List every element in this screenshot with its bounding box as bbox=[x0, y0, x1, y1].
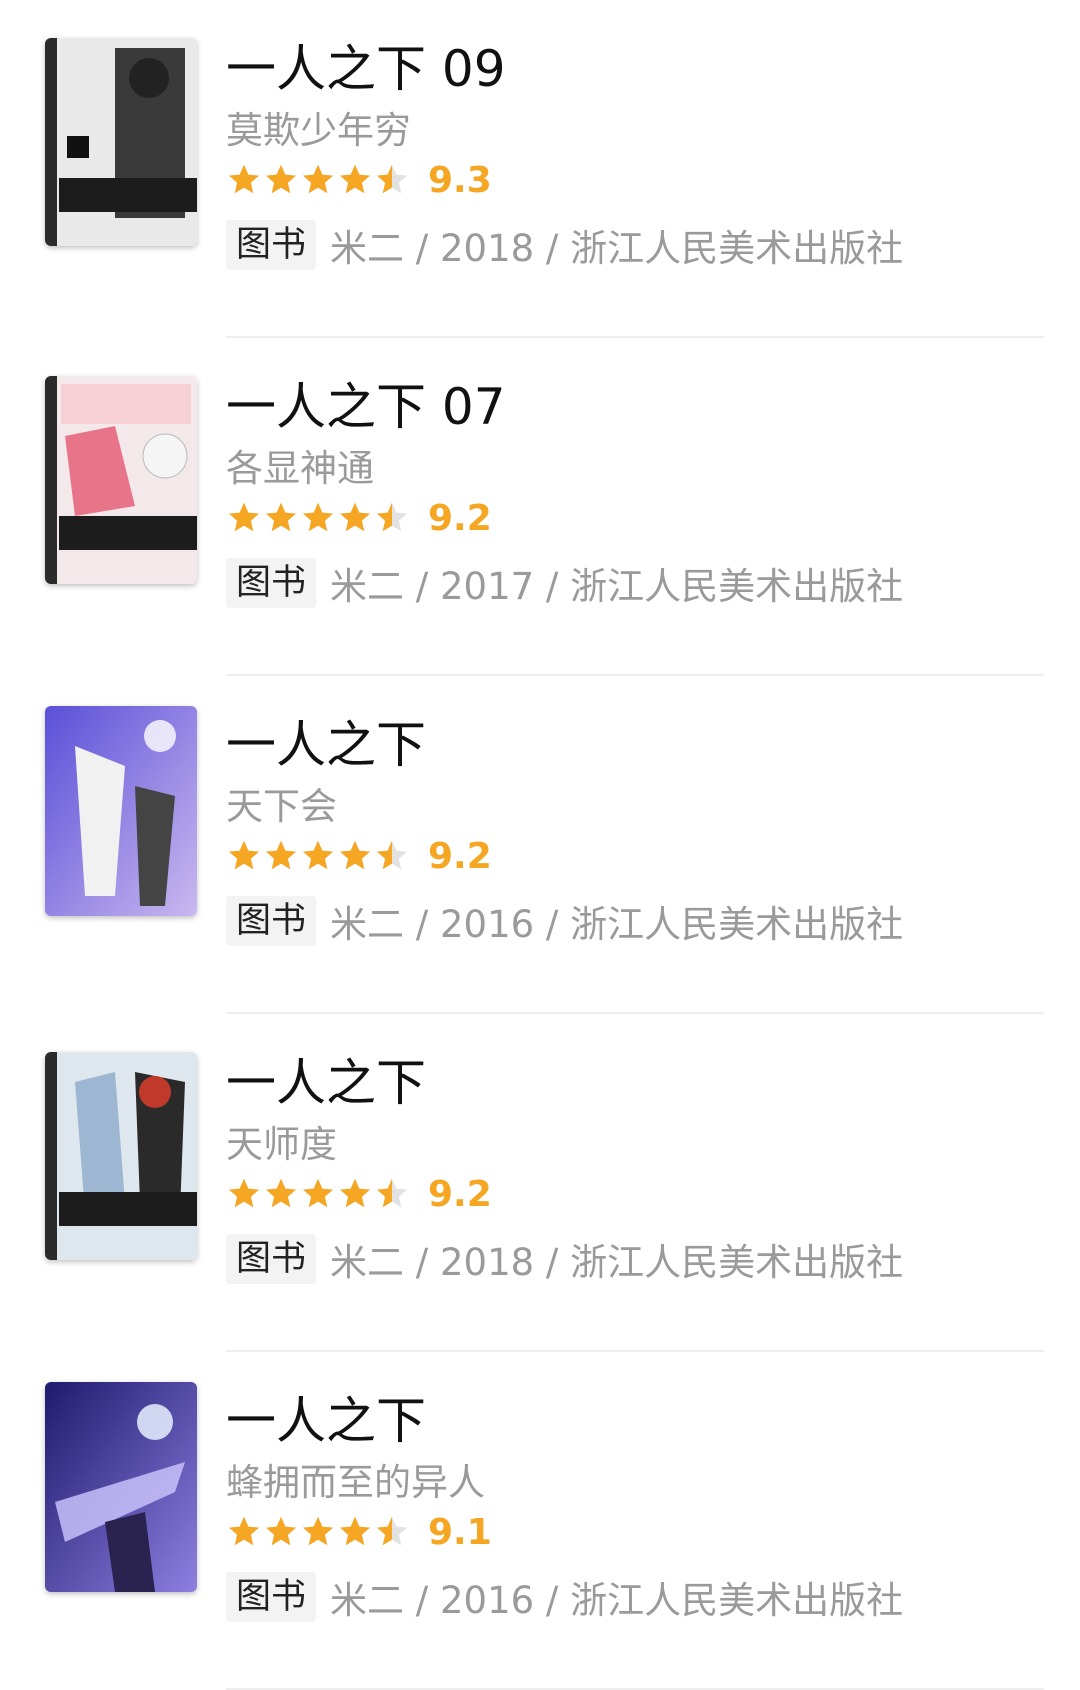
book-item[interactable]: 一人之下 07 各显神通 9.2 图书 米二 / 2017 / 浙江人民美术出版… bbox=[0, 338, 1080, 676]
star-icon bbox=[340, 1516, 370, 1546]
category-tag: 图书 bbox=[226, 896, 317, 946]
rating-score: 9.2 bbox=[428, 497, 492, 539]
book-subtitle: 天师度 bbox=[226, 1123, 337, 1166]
category-tag: 图书 bbox=[226, 1572, 317, 1622]
rating-score: 9.2 bbox=[428, 1173, 492, 1215]
book-title[interactable]: 一人之下 bbox=[226, 712, 1040, 778]
star-icon bbox=[303, 1178, 333, 1208]
star-icon bbox=[303, 502, 333, 532]
star-icon bbox=[303, 1516, 333, 1546]
book-info: 一人之下 09 莫欺少年穷 9.3 图书 米二 / 2018 / 浙江人民美术出… bbox=[226, 36, 1040, 272]
book-cover[interactable] bbox=[45, 1382, 197, 1592]
category-tag: 图书 bbox=[226, 558, 317, 608]
book-info: 一人之下 天师度 9.2 图书 米二 / 2018 / 浙江人民美术出版社 bbox=[226, 1050, 1040, 1286]
star-icon bbox=[266, 502, 296, 532]
rating-stars bbox=[226, 838, 410, 874]
book-cover[interactable] bbox=[45, 1052, 197, 1260]
star-icon bbox=[340, 164, 370, 194]
category-tag: 图书 bbox=[226, 220, 317, 270]
book-cover-image bbox=[45, 706, 197, 916]
star-icon bbox=[266, 164, 296, 194]
star-icon bbox=[266, 1178, 296, 1208]
rating-stars bbox=[226, 162, 410, 198]
rating: 9.2 bbox=[226, 832, 1040, 880]
star-icon bbox=[377, 1178, 407, 1208]
book-meta: 图书 米二 / 2018 / 浙江人民美术出版社 bbox=[226, 218, 1040, 272]
book-subtitle: 蜂拥而至的异人 bbox=[226, 1461, 485, 1504]
rating: 9.2 bbox=[226, 494, 1040, 542]
star-icon bbox=[229, 164, 259, 194]
star-icon bbox=[229, 1516, 259, 1546]
book-cover-image bbox=[45, 1382, 197, 1592]
rating-stars bbox=[226, 500, 410, 536]
author-year-publisher: 米二 / 2018 / 浙江人民美术出版社 bbox=[330, 1241, 904, 1284]
book-item[interactable]: 一人之下 天师度 9.2 图书 米二 / 2018 / 浙江人民美术出版社 bbox=[0, 1014, 1080, 1352]
rating-stars bbox=[226, 1176, 410, 1212]
category-tag: 图书 bbox=[226, 1234, 317, 1284]
star-icon bbox=[340, 502, 370, 532]
book-meta: 图书 米二 / 2016 / 浙江人民美术出版社 bbox=[226, 894, 1040, 948]
author-year-publisher: 米二 / 2016 / 浙江人民美术出版社 bbox=[330, 903, 904, 946]
book-title[interactable]: 一人之下 bbox=[226, 1050, 1040, 1116]
star-icon bbox=[340, 840, 370, 870]
book-info: 一人之下 天下会 9.2 图书 米二 / 2016 / 浙江人民美术出版社 bbox=[226, 712, 1040, 948]
author-year-publisher: 米二 / 2017 / 浙江人民美术出版社 bbox=[330, 565, 904, 608]
book-info: 一人之下 07 各显神通 9.2 图书 米二 / 2017 / 浙江人民美术出版… bbox=[226, 374, 1040, 610]
book-item[interactable]: 一人之下 蜂拥而至的异人 9.1 图书 米二 / 2016 / 浙江人民美术出版… bbox=[0, 1352, 1080, 1690]
star-icon bbox=[229, 1178, 259, 1208]
star-icon bbox=[229, 502, 259, 532]
star-icon bbox=[266, 1516, 296, 1546]
star-icon bbox=[377, 164, 407, 194]
book-meta: 图书 米二 / 2016 / 浙江人民美术出版社 bbox=[226, 1570, 1040, 1624]
book-cover[interactable] bbox=[45, 706, 197, 916]
rating: 9.3 bbox=[226, 156, 1040, 204]
star-icon bbox=[377, 502, 407, 532]
book-item[interactable]: 一人之下 天下会 9.2 图书 米二 / 2016 / 浙江人民美术出版社 bbox=[0, 676, 1080, 1014]
book-subtitle: 天下会 bbox=[226, 785, 337, 828]
star-icon bbox=[377, 1516, 407, 1546]
book-list: 一人之下 09 莫欺少年穷 9.3 图书 米二 / 2018 / 浙江人民美术出… bbox=[0, 0, 1080, 1690]
rating-stars bbox=[226, 1514, 410, 1550]
book-meta: 图书 米二 / 2018 / 浙江人民美术出版社 bbox=[226, 1232, 1040, 1286]
book-cover[interactable] bbox=[45, 38, 197, 246]
rating-score: 9.2 bbox=[428, 835, 492, 877]
book-title[interactable]: 一人之下 07 bbox=[226, 374, 1040, 440]
book-cover-image bbox=[45, 376, 197, 584]
book-title[interactable]: 一人之下 bbox=[226, 1388, 1040, 1454]
rating-score: 9.1 bbox=[428, 1511, 492, 1553]
book-title[interactable]: 一人之下 09 bbox=[226, 36, 1040, 102]
star-icon bbox=[340, 1178, 370, 1208]
book-subtitle: 莫欺少年穷 bbox=[226, 109, 411, 152]
book-meta: 图书 米二 / 2017 / 浙江人民美术出版社 bbox=[226, 556, 1040, 610]
rating-score: 9.3 bbox=[428, 159, 492, 201]
star-icon bbox=[303, 164, 333, 194]
star-icon bbox=[266, 840, 296, 870]
author-year-publisher: 米二 / 2018 / 浙江人民美术出版社 bbox=[330, 227, 904, 270]
book-info: 一人之下 蜂拥而至的异人 9.1 图书 米二 / 2016 / 浙江人民美术出版… bbox=[226, 1388, 1040, 1624]
author-year-publisher: 米二 / 2016 / 浙江人民美术出版社 bbox=[330, 1579, 904, 1622]
star-icon bbox=[229, 840, 259, 870]
book-cover-image bbox=[45, 38, 197, 246]
book-cover-image bbox=[45, 1052, 197, 1260]
book-item[interactable]: 一人之下 09 莫欺少年穷 9.3 图书 米二 / 2018 / 浙江人民美术出… bbox=[0, 0, 1080, 338]
rating: 9.1 bbox=[226, 1508, 1040, 1556]
book-subtitle: 各显神通 bbox=[226, 447, 374, 490]
rating: 9.2 bbox=[226, 1170, 1040, 1218]
star-icon bbox=[303, 840, 333, 870]
book-cover[interactable] bbox=[45, 376, 197, 584]
star-icon bbox=[377, 840, 407, 870]
